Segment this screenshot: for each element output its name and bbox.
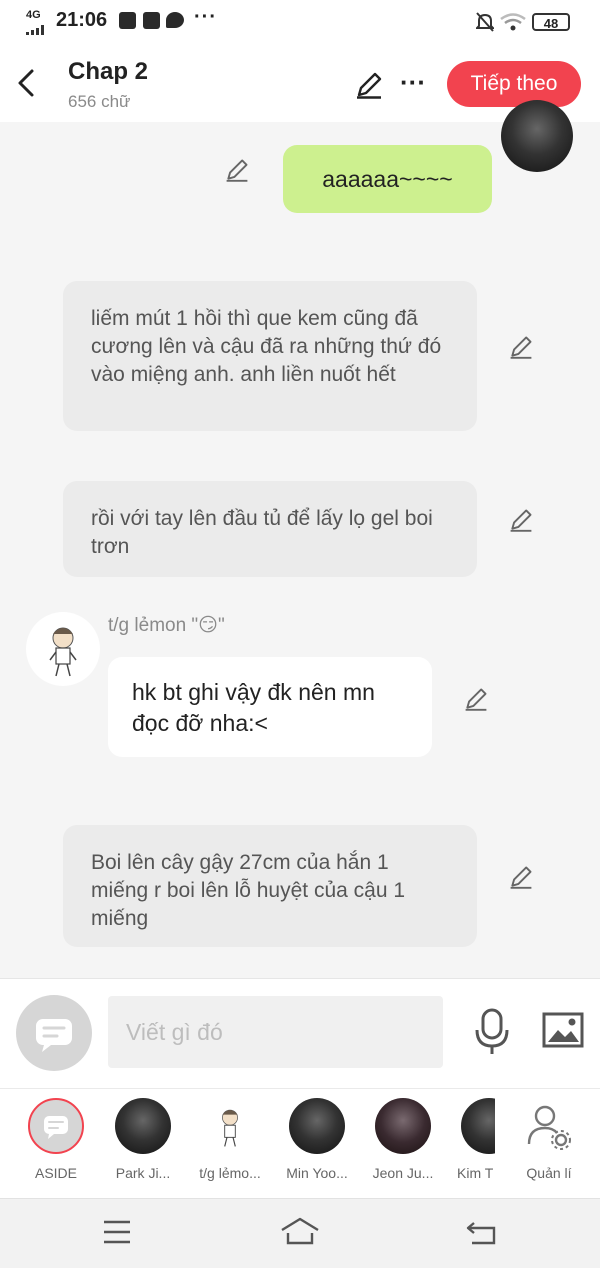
mail-icon [119, 12, 136, 29]
character-avatar[interactable] [26, 612, 100, 686]
character-message-bubble[interactable]: hk bt ghi vậy đk nên mn đọc đỡ nha:< [108, 657, 432, 757]
messenger-icon [166, 12, 184, 28]
back-icon [466, 1222, 496, 1245]
signal-icon [26, 22, 48, 35]
character-aside[interactable]: ASIDE [13, 1098, 99, 1181]
character-label: t/g lẻmo... [199, 1165, 261, 1181]
avatar [289, 1098, 345, 1154]
home-icon [281, 1217, 319, 1245]
back-arrow-icon [18, 69, 34, 97]
chapter-title: Chap 2 [68, 58, 149, 85]
sender-name: t/g lẻmon "😏" [108, 615, 225, 636]
clock: 21:06 [56, 9, 108, 31]
back-nav-button[interactable] [466, 1219, 498, 1250]
network-indicator: 4G [26, 9, 41, 21]
mute-icon [474, 12, 496, 37]
character-jeon[interactable]: Jeon Ju... [360, 1098, 446, 1181]
image-button[interactable] [542, 1012, 584, 1053]
character-tg-lemon[interactable]: t/g lẻmo... [187, 1098, 273, 1181]
narration-bubble[interactable]: Boi lên cây gậy 27cm của hắn 1 miếng r b… [63, 825, 477, 947]
aside-toggle-button[interactable] [16, 995, 92, 1071]
character-label: Jeon Ju... [372, 1165, 434, 1181]
sent-message-bubble[interactable]: aaaaaa~~~~ [283, 145, 492, 213]
edit-message-icon[interactable] [508, 507, 534, 538]
home-nav-button[interactable] [280, 1217, 320, 1252]
character-min[interactable]: Min Yoo... [274, 1098, 360, 1181]
menu-nav-button[interactable] [102, 1219, 132, 1250]
character-label: Park Ji... [115, 1165, 171, 1181]
edit-message-icon[interactable] [508, 334, 534, 365]
character-label: ASIDE [34, 1165, 77, 1181]
edit-message-icon[interactable] [508, 864, 534, 895]
character-label: Min Yoo... [286, 1165, 348, 1181]
character-label: Kim T [457, 1165, 494, 1181]
word-count: 656 chữ [68, 92, 131, 111]
avatar [202, 1098, 258, 1154]
avatar [115, 1098, 171, 1154]
menu-icon [104, 1220, 130, 1244]
chat-bubble-icon [36, 1019, 72, 1052]
more-notifications-icon: ··· [194, 6, 217, 28]
narration-bubble[interactable]: liếm mút 1 hồi thì que kem cũng đã cương… [63, 281, 477, 431]
message-input[interactable]: Viết gì đó [108, 996, 443, 1068]
image-icon [542, 1012, 584, 1048]
avatar [461, 1098, 495, 1154]
character-label: Quản lí [526, 1165, 572, 1181]
next-chapter-button[interactable]: Tiếp theo [447, 61, 581, 107]
edit-chapter-button[interactable] [354, 70, 384, 100]
more-options-button[interactable]: ··· [400, 69, 426, 95]
avatar [375, 1098, 431, 1154]
facebook-icon [143, 12, 160, 29]
manage-user-icon [521, 1098, 577, 1154]
microphone-icon [475, 1008, 509, 1054]
pencil-icon [357, 72, 382, 99]
wifi-icon [500, 13, 526, 36]
character-kim[interactable]: Kim T [437, 1098, 495, 1181]
edit-message-icon[interactable] [224, 157, 250, 188]
character-park[interactable]: Park Ji... [100, 1098, 186, 1181]
back-button[interactable] [14, 68, 40, 98]
battery-indicator: 48 [532, 13, 570, 31]
microphone-button[interactable] [474, 1008, 510, 1061]
edit-message-icon[interactable] [463, 686, 489, 717]
manage-characters-button[interactable]: Quản lí [506, 1098, 592, 1181]
aside-icon [28, 1098, 84, 1154]
sender-avatar[interactable] [501, 100, 573, 172]
narration-bubble[interactable]: rồi với tay lên đầu tủ để lấy lọ gel boi… [63, 481, 477, 577]
